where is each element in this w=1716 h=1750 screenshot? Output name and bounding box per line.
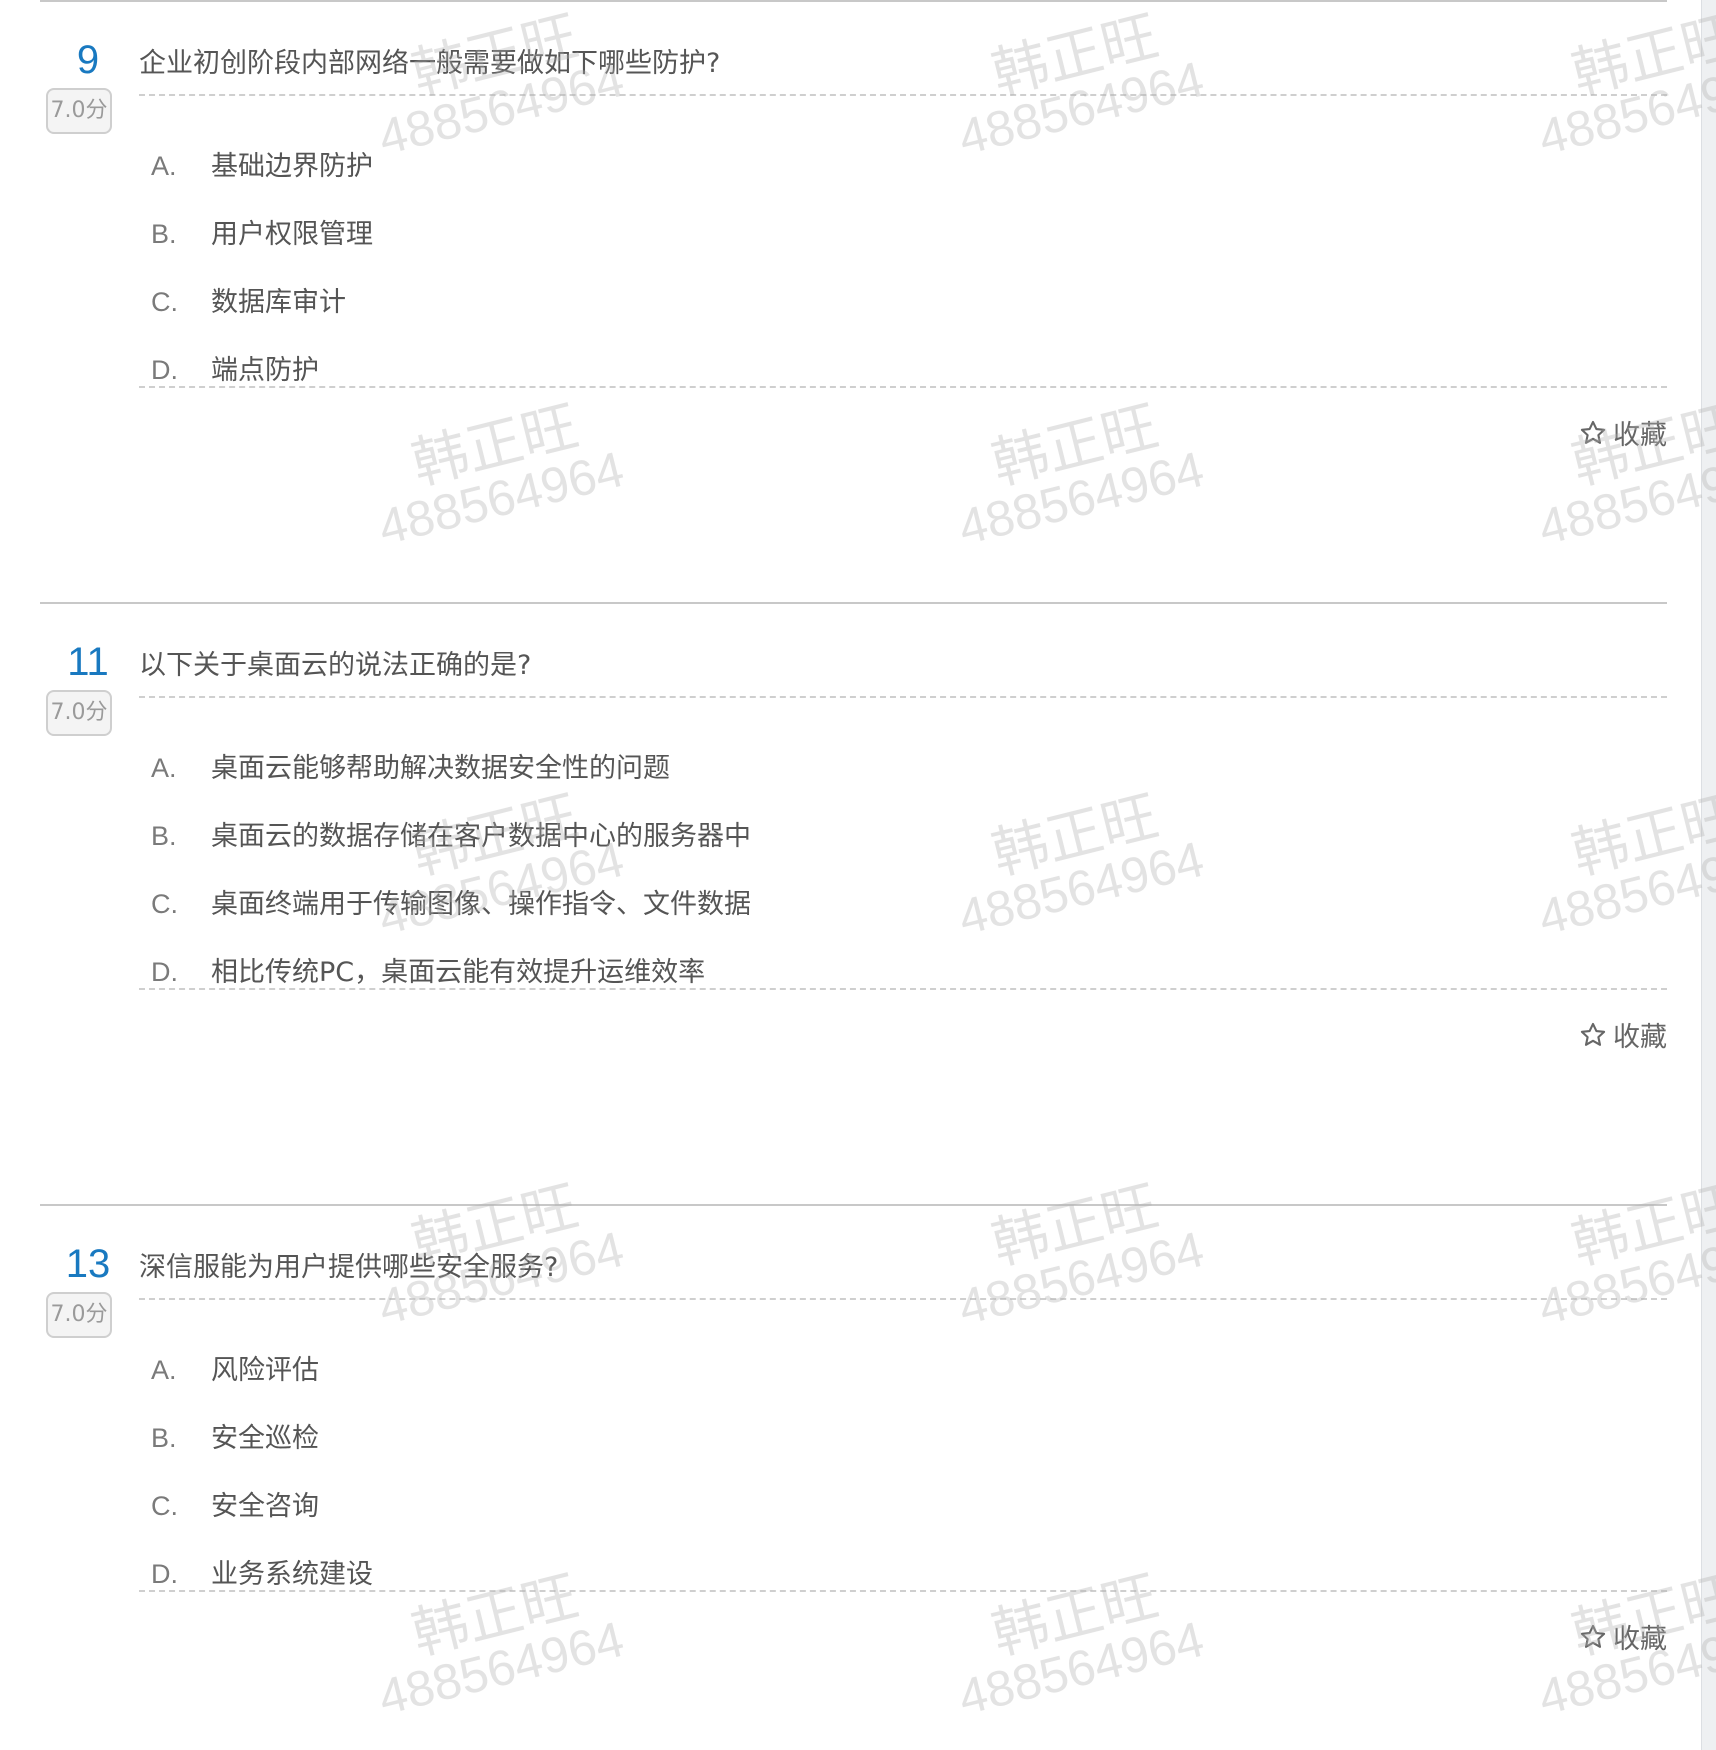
option-text: 风险评估 xyxy=(211,1355,319,1386)
option-key: A. xyxy=(151,753,177,783)
question-title: 深信服能为用户提供哪些安全服务? xyxy=(139,1250,1667,1300)
question-card-9: 9 7.0分 企业初创阶段内部网络一般需要做如下哪些防护? A. 基础边界防护 B… xyxy=(40,0,1667,542)
option-key: D. xyxy=(151,1559,178,1589)
option-b[interactable]: B. 安全巡检 xyxy=(151,1419,373,1487)
question-title: 企业初创阶段内部网络一般需要做如下哪些防护? xyxy=(139,46,1667,96)
options-divider xyxy=(139,386,1667,388)
question-score-badge: 7.0分 xyxy=(46,1292,112,1338)
option-a[interactable]: A. 基础边界防护 xyxy=(151,147,373,215)
star-outline-icon xyxy=(1580,420,1606,444)
option-key: C. xyxy=(151,1491,178,1521)
question-number: 13 xyxy=(65,1242,111,1286)
options-divider xyxy=(139,1590,1667,1592)
option-text: 桌面云的数据存储在客户数据中心的服务器中 xyxy=(211,821,751,852)
option-text: 安全巡检 xyxy=(211,1423,319,1454)
option-text: 相比传统PC，桌面云能有效提升运维效率 xyxy=(211,957,706,988)
option-text: 数据库审计 xyxy=(211,287,346,318)
option-list: A. 风险评估 B. 安全巡检 C. 安全咨询 D. 业务系统建设 xyxy=(151,1351,373,1623)
option-a[interactable]: A. 桌面云能够帮助解决数据安全性的问题 xyxy=(151,749,751,817)
option-text: 业务系统建设 xyxy=(211,1559,373,1590)
question-title: 以下关于桌面云的说法正确的是? xyxy=(139,648,1667,698)
option-key: D. xyxy=(151,355,178,385)
option-list: A. 基础边界防护 B. 用户权限管理 C. 数据库审计 D. 端点防护 xyxy=(151,147,373,419)
option-text: 用户权限管理 xyxy=(211,219,373,250)
favorite-label: 收藏 xyxy=(1613,1022,1667,1053)
option-key: A. xyxy=(151,1355,177,1385)
option-d[interactable]: D. 相比传统PC，桌面云能有效提升运维效率 xyxy=(151,953,751,1021)
question-number: 9 xyxy=(76,38,100,82)
option-key: C. xyxy=(151,889,178,919)
option-list: A. 桌面云能够帮助解决数据安全性的问题 B. 桌面云的数据存储在客户数据中心的服务… xyxy=(151,749,751,1021)
option-text: 端点防护 xyxy=(211,355,319,386)
option-c[interactable]: C. 安全咨询 xyxy=(151,1487,373,1555)
page-scrollbar-track[interactable] xyxy=(1701,0,1716,1750)
option-text: 基础边界防护 xyxy=(211,151,373,182)
option-c[interactable]: C. 桌面终端用于传输图像、操作指令、文件数据 xyxy=(151,885,751,953)
question-card-11: 11 7.0分 以下关于桌面云的说法正确的是? A. 桌面云能够帮助解决数据安全性… xyxy=(40,602,1667,1144)
option-key: B. xyxy=(151,1423,177,1453)
option-text: 桌面终端用于传输图像、操作指令、文件数据 xyxy=(211,889,751,920)
option-text: 安全咨询 xyxy=(211,1491,319,1522)
option-key: B. xyxy=(151,219,177,249)
star-outline-icon xyxy=(1580,1624,1606,1648)
favorite-button[interactable]: 收藏 xyxy=(1579,418,1667,454)
question-card-13: 13 7.0分 深信服能为用户提供哪些安全服务? A. 风险评估 B. 安全巡检 C… xyxy=(40,1204,1667,1746)
option-key: D. xyxy=(151,957,178,987)
option-key: C. xyxy=(151,287,178,317)
options-divider xyxy=(139,988,1667,990)
option-c[interactable]: C. 数据库审计 xyxy=(151,283,373,351)
option-b[interactable]: B. 用户权限管理 xyxy=(151,215,373,283)
option-b[interactable]: B. 桌面云的数据存储在客户数据中心的服务器中 xyxy=(151,817,751,885)
question-number: 11 xyxy=(67,640,109,684)
question-score-badge: 7.0分 xyxy=(46,690,112,736)
option-key: B. xyxy=(151,821,177,851)
favorite-label: 收藏 xyxy=(1613,420,1667,451)
favorite-label: 收藏 xyxy=(1613,1624,1667,1655)
favorite-button[interactable]: 收藏 xyxy=(1579,1622,1667,1658)
star-outline-icon xyxy=(1580,1022,1606,1046)
option-d[interactable]: D. 端点防护 xyxy=(151,351,373,419)
question-score-badge: 7.0分 xyxy=(46,88,112,134)
option-text: 桌面云能够帮助解决数据安全性的问题 xyxy=(211,753,670,784)
option-a[interactable]: A. 风险评估 xyxy=(151,1351,373,1419)
option-key: A. xyxy=(151,151,177,181)
option-d[interactable]: D. 业务系统建设 xyxy=(151,1555,373,1623)
favorite-button[interactable]: 收藏 xyxy=(1579,1020,1667,1056)
